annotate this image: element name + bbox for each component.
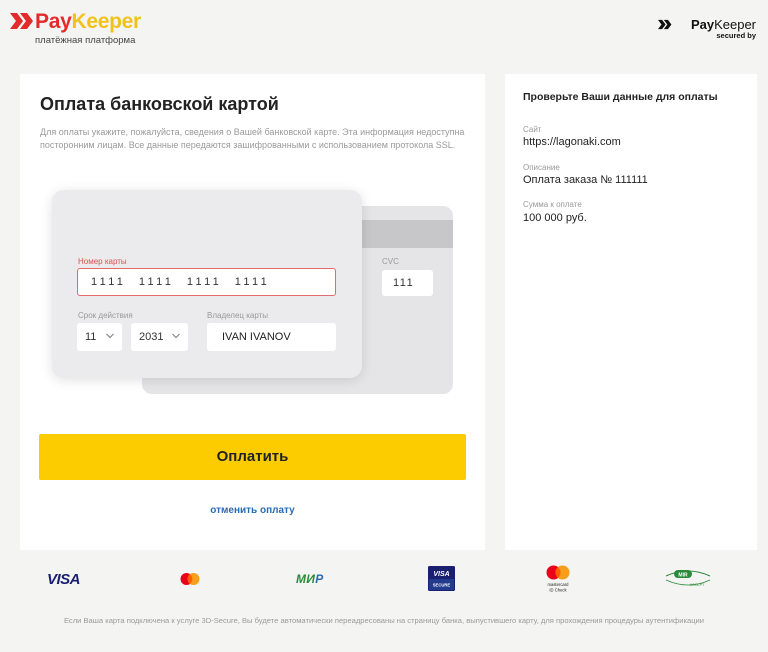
secured-by-badge: PayKeeper secured by — [658, 17, 756, 40]
visa-secure-logo: VISA SECURE — [428, 566, 455, 591]
mir-logo-r: Р — [315, 572, 324, 586]
summary-panel: Проверьте Ваши данные для оплаты Сайт ht… — [505, 74, 757, 550]
secured-by-label: secured by — [716, 31, 756, 40]
double-chevron-icon — [658, 19, 672, 30]
chevron-down-icon — [106, 333, 114, 339]
cvc-input[interactable]: 111 — [382, 270, 433, 296]
secured-brand-keeper: Keeper — [714, 17, 756, 32]
visa-secure-top-text: VISA — [433, 571, 449, 578]
card-number-label: Номер карты — [78, 257, 127, 266]
secured-brand-pay: Pay — [690, 17, 715, 32]
expiry-month-select[interactable]: 11 — [77, 323, 122, 351]
mastercard-logo — [180, 573, 200, 585]
payment-panel: Оплата банковской картой Для оплаты укаж… — [20, 74, 485, 550]
pay-button[interactable]: Оплатить — [39, 434, 466, 480]
cvc-label: CVC — [382, 257, 399, 266]
mastercard-id-check-logo: mastercard ID Check — [546, 565, 570, 593]
expiry-year-value: 2031 — [139, 331, 164, 343]
expiry-year-select[interactable]: 2031 — [131, 323, 188, 351]
site-value: https://lagonaki.com — [523, 136, 621, 148]
description-value: Оплата заказа № 111111 — [523, 174, 648, 186]
expiry-month-value: 11 — [85, 331, 97, 343]
mc-idcheck-line2: ID Check — [549, 588, 567, 593]
mir-accept-sub-text: ACCEPT — [690, 583, 705, 587]
intro-text: Для оплаты укажите, пожалуйста, сведения… — [40, 127, 465, 150]
site-label: Сайт — [523, 125, 542, 134]
summary-title: Проверьте Ваши данные для оплаты — [523, 91, 718, 103]
secured-brand: PayKeeper — [691, 17, 756, 32]
owner-input[interactable]: IVAN IVANOV — [207, 323, 336, 351]
visa-secure-bottom-text: SECURE — [433, 583, 451, 588]
brand-keeper: Keeper — [71, 10, 141, 33]
card-number-input[interactable]: 1111 1111 1111 1111 — [77, 268, 336, 296]
brand-name: PayKeeper — [35, 10, 141, 34]
amount-value: 100 000 руб. — [523, 212, 587, 224]
payment-systems: VISA МИР VISA SECURE mastercard ID Check… — [0, 560, 768, 600]
mir-logo: МИР — [296, 572, 324, 586]
description-label: Описание — [523, 163, 560, 172]
double-chevron-icon — [10, 13, 33, 29]
page-title: Оплата банковской картой — [40, 94, 279, 114]
chevron-down-icon — [172, 333, 180, 339]
tagline: платёжная платформа — [35, 35, 136, 46]
header: PayKeeper платёжная платформа PayKeeper … — [0, 0, 768, 60]
mir-accept-logo: MIR ACCEPT — [665, 570, 711, 587]
visa-logo: VISA — [47, 571, 81, 588]
cancel-payment-link[interactable]: отменить оплату — [20, 505, 485, 516]
owner-label: Владелец карты — [207, 311, 269, 320]
mir-logo-m: МИ — [296, 572, 316, 586]
footer-note: Если Ваша карта подключена к услуге 3D-S… — [63, 616, 705, 625]
card-front: Номер карты 1111 1111 1111 1111 Срок дей… — [52, 190, 362, 378]
expiry-label: Срок действия — [78, 311, 133, 320]
amount-label: Сумма к оплате — [523, 200, 582, 209]
brand-pay: Pay — [35, 10, 72, 33]
mc-idcheck-line1: mastercard — [548, 582, 570, 587]
mir-accept-text: MIR — [678, 572, 688, 578]
